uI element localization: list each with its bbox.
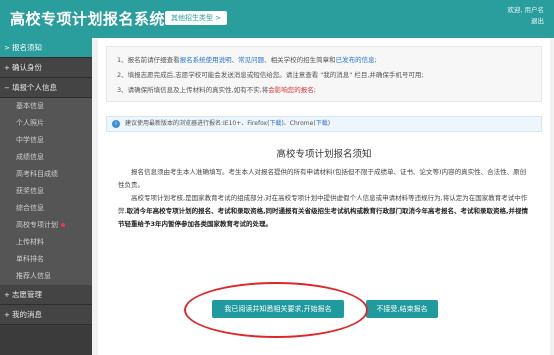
- doc-paragraph-1: 报名信息须由考生本人准确填写。考生本人对报名提供的所有申请材料(包括但不限于成绩…: [118, 168, 527, 189]
- sidebar-subitem-awards[interactable]: 获奖信息: [0, 183, 92, 200]
- notice-text: 3、请确保所填信息及上传材料的真实性,如有不实,将: [117, 86, 269, 94]
- sidebar-subitem-exam-scores[interactable]: 高考科目成绩: [0, 166, 92, 183]
- sidebar-item-label: 我的消息: [12, 310, 42, 319]
- sidebar-subitem-comprehensive[interactable]: 综合信息: [0, 200, 92, 217]
- sidebar-subitem-basic-info[interactable]: 基本信息: [0, 98, 92, 115]
- notice-line-1: 1、报名前请仔细查看报名系统使用说明、常见问题、相关学校的招生简章和已发布的信息…: [117, 53, 531, 68]
- published-info-link[interactable]: 已发布的信息: [336, 56, 375, 64]
- sidebar-item-notice[interactable]: > 报名须知: [0, 38, 92, 58]
- plus-icon: +: [4, 64, 10, 72]
- firefox-download-link[interactable]: 下载: [269, 120, 281, 127]
- app-title: 高校专项计划报名系统: [10, 10, 166, 28]
- sidebar-item-preferences[interactable]: + 志愿管理: [0, 285, 92, 305]
- browser-text: )、Chrome(: [281, 120, 316, 127]
- browser-recommendation-bar: i 建议使用最新版本的浏览器进行报名:IE10+、Firefox(下载)、Chr…: [106, 116, 542, 132]
- usage-guide-link[interactable]: 报名系统使用说明: [180, 56, 232, 64]
- sidebar-item-label: 报名须知: [12, 43, 42, 52]
- welcome-panel: 欢迎, 用户名 退出: [507, 5, 544, 27]
- notice-document: 报名信息须由考生本人准确填写。考生本人对报名提供的所有申请材料(包括但不限于成绩…: [118, 166, 530, 231]
- notice-box: 1、报名前请仔细查看报名系统使用说明、常见问题、相关学校的招生简章和已发布的信息…: [106, 46, 542, 102]
- sidebar-item-confirm-identity[interactable]: + 确认身份: [0, 58, 92, 78]
- sidebar-subitem-special-plan[interactable]: 高校专项计划: [0, 217, 92, 234]
- sidebar-item-label: 确认身份: [12, 63, 42, 72]
- chevron-right-icon: >: [4, 44, 10, 52]
- info-icon: i: [112, 120, 120, 128]
- alert-dot-icon: [61, 223, 65, 227]
- sidebar-item-messages[interactable]: + 我的消息: [0, 305, 92, 325]
- plus-icon: +: [4, 311, 10, 319]
- sidebar-item-label: 志愿管理: [12, 290, 42, 299]
- welcome-label: 欢迎,: [507, 6, 523, 14]
- browser-text: 建议使用最新版本的浏览器进行报名:IE10+、Firefox(: [125, 120, 270, 127]
- chrome-download-link[interactable]: 下载: [316, 120, 328, 127]
- notice-line-3: 3、请确保所填信息及上传材料的真实性,如有不实,将会影响您的报名;: [117, 83, 531, 98]
- sidebar-subitem-photo[interactable]: 个人照片: [0, 115, 92, 132]
- minus-icon: −: [4, 84, 10, 92]
- faq-link[interactable]: 常见问题: [238, 56, 264, 64]
- doc-paragraph-2: 高校专项计划考核,是国家教育考试的组成部分,对在高校专项计划中提供虚假个人信息或…: [118, 192, 530, 231]
- sidebar-item-personal-info[interactable]: − 填报个人信息: [0, 78, 92, 98]
- other-enrollment-type-button[interactable]: 其他招生类型 >: [165, 11, 228, 25]
- main-content: 1、报名前请仔细查看报名系统使用说明、常见问题、相关学校的招生简章和已发布的信息…: [98, 38, 550, 355]
- plus-icon: +: [4, 291, 10, 299]
- browser-text: ): [327, 120, 331, 127]
- sidebar-item-label: 高校专项计划: [16, 221, 58, 229]
- decline-end-button[interactable]: 不接受,结束报名: [366, 300, 438, 318]
- sidebar-subitem-high-school[interactable]: 中学信息: [0, 132, 92, 149]
- sidebar-item-label: 填报个人信息: [12, 83, 57, 92]
- notice-text: 1、报名前请仔细查看: [117, 56, 180, 64]
- sidebar-subitem-grades[interactable]: 成绩信息: [0, 149, 92, 166]
- doc-bold-text: 取消今年高校专项计划的报名、考试和录取资格,同时通报有关省级招生考试机构或教育行…: [118, 207, 529, 228]
- username: 用户名: [524, 6, 545, 14]
- notice-text: ;: [374, 56, 377, 64]
- sidebar-subitem-referee[interactable]: 推荐人信息: [0, 268, 92, 285]
- highlight-annotation: [184, 282, 368, 338]
- notice-line-2: 2、填报志愿完成后,志愿学校可能会发送消息或短信给您。请注意查看 "我的消息" …: [117, 71, 424, 79]
- page-title: 高校专项计划报名须知: [276, 149, 372, 160]
- app-header: 高校专项计划报名系统 其他招生类型 > 欢迎, 用户名 退出: [0, 0, 554, 38]
- notice-warning-text: 会影响您的报名: [268, 86, 314, 94]
- sidebar-subitem-subject-rank[interactable]: 单科排名: [0, 251, 92, 268]
- sidebar: > 报名须知 + 确认身份 − 填报个人信息 基本信息 个人照片 中学信息 成绩…: [0, 38, 92, 355]
- notice-text: ;: [313, 86, 316, 94]
- notice-text: 、相关学校的招生简章和: [264, 56, 336, 64]
- logout-link[interactable]: 退出: [531, 17, 544, 25]
- sidebar-subitem-upload-materials[interactable]: 上传材料: [0, 234, 92, 251]
